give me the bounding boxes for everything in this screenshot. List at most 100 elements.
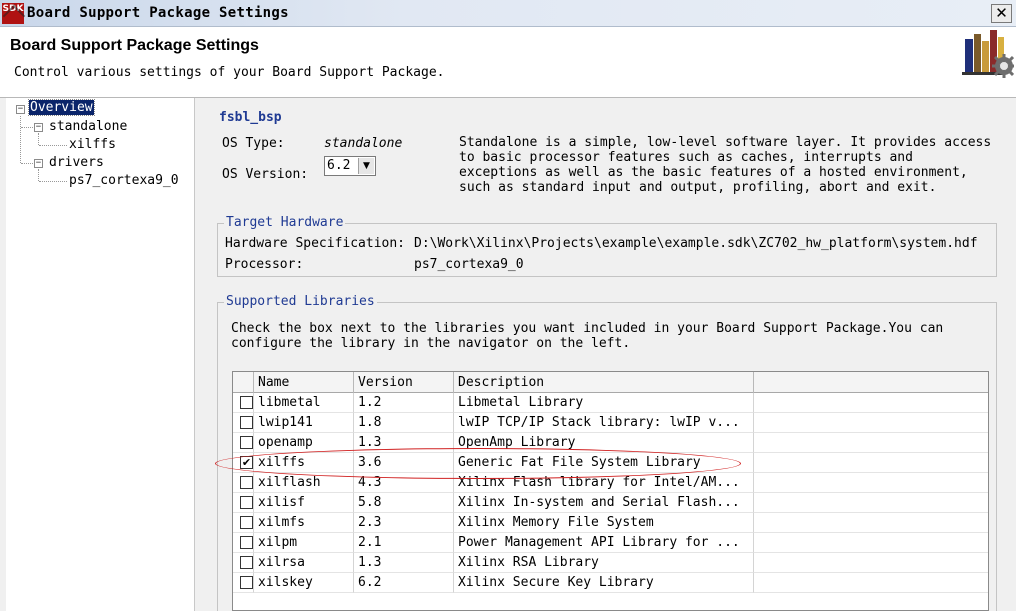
collapse-overview-icon[interactable]: − (16, 105, 25, 114)
tree-connector (39, 145, 67, 146)
library-name: xilpm (254, 533, 354, 553)
library-description: Power Management API Library for ... (454, 533, 754, 553)
library-version: 2.3 (354, 513, 454, 533)
window-title: Board Support Package Settings (27, 5, 289, 21)
bsp-name: fsbl_bsp (219, 110, 282, 125)
table-row[interactable]: lwip141 1.8 lwIP TCP/IP Stack library: lwI… (233, 413, 988, 433)
column-header-description[interactable]: Description (454, 372, 754, 393)
library-description: Xilinx Memory File System (454, 513, 754, 533)
empty-cell (754, 573, 988, 593)
checkbox-cell (233, 393, 254, 413)
os-version-label: OS Version: (222, 167, 309, 182)
header-checkbox-column (233, 372, 254, 393)
library-description: Xilinx Secure Key Library (454, 573, 754, 593)
libraries-table: Name Version Description libmetal 1.2 Libm… (232, 371, 989, 611)
tree-item-drivers[interactable]: drivers (49, 155, 104, 170)
column-header-name[interactable]: Name (254, 372, 354, 393)
library-version: 4.3 (354, 473, 454, 493)
table-row[interactable]: ✔ xilffs 3.6 Generic Fat File System Librar… (233, 453, 988, 473)
table-row[interactable]: libmetal 1.2 Libmetal Library (233, 393, 988, 413)
os-version-value: 6.2 (327, 158, 351, 173)
library-name: openamp (254, 433, 354, 453)
bsp-settings-icon (962, 30, 1014, 78)
table-row[interactable]: xilflash 4.3 Xilinx Flash library for Inte… (233, 473, 988, 493)
table-row[interactable]: xilrsa 1.3 Xilinx RSA Library (233, 553, 988, 573)
library-checkbox[interactable]: ✔ (240, 456, 253, 469)
dropdown-arrow-icon[interactable]: ▼ (358, 158, 374, 174)
header-title: Board Support Package Settings (10, 37, 259, 54)
library-checkbox[interactable] (240, 516, 253, 529)
library-checkbox[interactable] (240, 476, 253, 489)
empty-cell (754, 413, 988, 433)
os-version-select[interactable]: 6.2 ▼ (324, 156, 376, 176)
table-row[interactable]: openamp 1.3 OpenAmp Library (233, 433, 988, 453)
library-description: OpenAmp Library (454, 433, 754, 453)
collapse-standalone-icon[interactable]: − (34, 123, 43, 132)
library-checkbox[interactable] (240, 536, 253, 549)
tree-item-ps7-cortexa9-0[interactable]: ps7_cortexa9_0 (69, 173, 179, 188)
table-header: Name Version Description (233, 372, 988, 393)
library-version: 1.2 (354, 393, 454, 413)
empty-cell (754, 433, 988, 453)
table-row[interactable]: xilskey 6.2 Xilinx Secure Key Library (233, 573, 988, 593)
tree-item-xilffs[interactable]: xilffs (69, 137, 116, 152)
library-name: lwip141 (254, 413, 354, 433)
library-checkbox[interactable] (240, 496, 253, 509)
empty-cell (754, 473, 988, 493)
library-name: xilisf (254, 493, 354, 513)
empty-cell (754, 533, 988, 553)
checkbox-cell (233, 473, 254, 493)
library-version: 1.3 (354, 553, 454, 573)
library-checkbox[interactable] (240, 576, 253, 589)
library-description: lwIP TCP/IP Stack library: lwIP v... (454, 413, 754, 433)
library-version: 3.6 (354, 453, 454, 473)
table-row[interactable]: xilisf 5.8 Xilinx In-system and Serial Fla… (233, 493, 988, 513)
collapse-drivers-icon[interactable]: − (34, 159, 43, 168)
empty-cell (754, 493, 988, 513)
library-description: Libmetal Library (454, 393, 754, 413)
tree-item-overview[interactable]: Overview (28, 99, 95, 116)
library-name: xilrsa (254, 553, 354, 573)
checkbox-cell (233, 553, 254, 573)
empty-cell (754, 453, 988, 473)
navigator-tree: − Overview − standalone xilffs − drivers… (6, 98, 195, 611)
library-description: Xilinx RSA Library (454, 553, 754, 573)
tree-connector (20, 116, 21, 163)
library-version: 5.8 (354, 493, 454, 513)
table-row[interactable]: xilpm 2.1 Power Management API Library for… (233, 533, 988, 553)
hardware-spec-value: D:\Work\Xilinx\Projects\example\example.… (414, 236, 978, 251)
os-description: Standalone is a simple, low-level softwa… (459, 135, 992, 195)
header-description: Control various settings of your Board S… (14, 65, 445, 80)
tree-connector (21, 163, 35, 164)
library-name: xilmfs (254, 513, 354, 533)
close-button[interactable]: ✕ (991, 4, 1012, 23)
checkbox-cell (233, 433, 254, 453)
checkbox-cell (233, 493, 254, 513)
library-checkbox[interactable] (240, 436, 253, 449)
libraries-instructions: Check the box next to the libraries you … (231, 321, 944, 351)
tree-item-standalone[interactable]: standalone (49, 119, 127, 134)
empty-cell (754, 513, 988, 533)
tree-connector (38, 169, 39, 181)
supported-libraries-title: Supported Libraries (224, 294, 377, 309)
library-checkbox[interactable] (240, 416, 253, 429)
os-type-value: standalone (324, 136, 403, 151)
library-version: 1.8 (354, 413, 454, 433)
target-hardware-group: Target Hardware Hardware Specification: … (217, 215, 997, 277)
sdk-icon: SDK (2, 3, 24, 24)
library-checkbox[interactable] (240, 556, 253, 569)
library-name: xilflash (254, 473, 354, 493)
target-hardware-title: Target Hardware (224, 215, 346, 230)
checkbox-cell (233, 513, 254, 533)
library-version: 1.3 (354, 433, 454, 453)
dialog-header: Board Support Package Settings Control v… (0, 27, 1016, 98)
close-icon: ✕ (995, 4, 1008, 22)
library-checkbox[interactable] (240, 396, 253, 409)
library-name: xilskey (254, 573, 354, 593)
column-header-version[interactable]: Version (354, 372, 454, 393)
checkbox-cell (233, 533, 254, 553)
library-description: Xilinx Flash library for Intel/AM... (454, 473, 754, 493)
tree-connector (39, 181, 67, 182)
table-row[interactable]: xilmfs 2.3 Xilinx Memory File System (233, 513, 988, 533)
library-version: 2.1 (354, 533, 454, 553)
